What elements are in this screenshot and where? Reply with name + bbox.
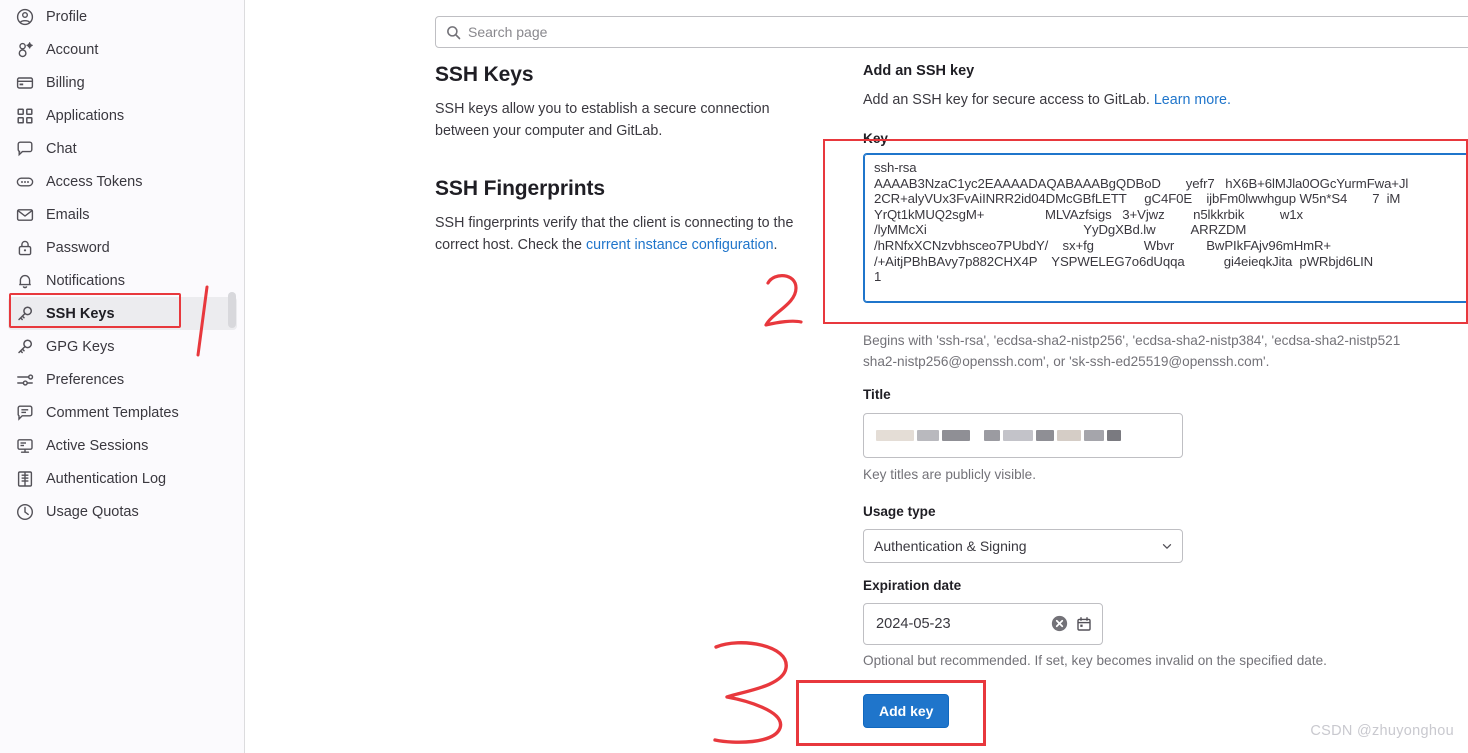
sidebar-item-label: Emails <box>46 206 90 223</box>
watermark-text: CSDN @zhuyonghou <box>1310 723 1454 739</box>
sidebar-item-password[interactable]: Password <box>8 231 237 264</box>
sidebar-item-ssh-keys[interactable]: SSH Keys <box>8 297 237 330</box>
app-root: Profile Account Billing Applications Chat Acc… <box>0 0 1468 753</box>
key-field-label: Key <box>863 131 888 146</box>
redaction-block <box>1057 430 1081 441</box>
expiration-date-value: 2024-05-23 <box>876 616 951 632</box>
sidebar-item-authentication-log[interactable]: Authentication Log <box>8 462 237 495</box>
learn-more-link[interactable]: Learn more. <box>1154 92 1231 108</box>
sidebar-item-applications[interactable]: Applications <box>8 99 237 132</box>
sidebar-item-label: Account <box>46 41 99 58</box>
grid-apps-icon <box>16 107 34 125</box>
envelope-icon <box>16 206 34 224</box>
title-field-label: Title <box>863 387 891 402</box>
log-list-icon <box>16 470 34 488</box>
redaction-block <box>1036 430 1054 441</box>
expiration-date-icons <box>1051 615 1092 636</box>
usage-type-select[interactable]: Authentication & SigningAuthenticationSi… <box>863 529 1183 563</box>
sidebar-item-comment-templates[interactable]: Comment Templates <box>8 396 237 429</box>
sidebar-item-active-sessions[interactable]: Active Sessions <box>8 429 237 462</box>
sidebar-item-emails[interactable]: Emails <box>8 198 237 231</box>
sidebar-nav-list: Profile Account Billing Applications Chat Acc… <box>0 0 245 528</box>
sidebar-item-label: Notifications <box>46 272 125 289</box>
sidebar-item-label: Active Sessions <box>46 437 149 454</box>
expiration-help-text: Optional but recommended. If set, key be… <box>863 653 1327 668</box>
calendar-icon[interactable] <box>1076 616 1092 636</box>
lock-icon <box>16 239 34 257</box>
sidebar-item-label: GPG Keys <box>46 338 115 355</box>
monitor-icon <box>16 437 34 455</box>
add-ssh-key-subtitle: Add an SSH key for secure access to GitL… <box>863 92 1231 108</box>
expiration-date-label: Expiration date <box>863 578 962 593</box>
add-ssh-key-title: Add an SSH key <box>863 63 975 79</box>
chat-bubble-icon <box>16 140 34 158</box>
ssh-keys-description: SSH keys allow you to establish a secure… <box>435 101 770 139</box>
redaction-block <box>1003 430 1033 441</box>
sidebar-item-notifications[interactable]: Notifications <box>8 264 237 297</box>
key-title-input[interactable] <box>863 413 1183 458</box>
main-content: Search page SSH Keys SSH keys allow you … <box>245 0 1468 753</box>
ssh-keys-heading: SSH Keys <box>435 63 534 86</box>
fingerprints-text-post: . <box>773 237 778 253</box>
ssh-fingerprints-heading: SSH Fingerprints <box>435 177 605 200</box>
sidebar-item-usage-quotas[interactable]: Usage Quotas <box>8 495 237 528</box>
search-icon <box>446 25 461 40</box>
sidebar-item-label: Access Tokens <box>46 173 143 190</box>
sidebar-item-label: Usage Quotas <box>46 503 139 520</box>
sidebar-item-label: Billing <box>46 74 85 91</box>
credit-card-icon <box>16 74 34 92</box>
expiration-date-input[interactable]: 2024-05-23 <box>863 603 1103 645</box>
sidebar-item-label: Chat <box>46 140 77 157</box>
sidebar-item-billing[interactable]: Billing <box>8 66 237 99</box>
sidebar-item-access-tokens[interactable]: Access Tokens <box>8 165 237 198</box>
sidebar-item-label: Profile <box>46 8 88 25</box>
ssh-key-textarea[interactable]: ssh-rsa AAAAB3NzaC1yc2EAAAADAQABAAABgQDB… <box>863 153 1468 303</box>
redaction-block <box>1107 430 1121 441</box>
sidebar-item-label: Comment Templates <box>46 404 179 421</box>
sidebar-item-gpg-keys[interactable]: GPG Keys <box>8 330 237 363</box>
sliders-icon <box>16 371 34 389</box>
sidebar-item-profile[interactable]: Profile <box>8 0 237 33</box>
ssh-key-value: ssh-rsa AAAAB3NzaC1yc2EAAAADAQABAAABgQDB… <box>874 160 1409 285</box>
account-icon <box>16 41 34 59</box>
user-circle-icon <box>16 8 34 26</box>
sidebar-item-label: Applications <box>46 107 125 124</box>
sidebar-scrollbar[interactable] <box>228 292 236 328</box>
key-format-help-text: Begins with 'ssh-rsa', 'ecdsa-sha2-nistp… <box>863 333 1401 369</box>
comment-icon <box>16 404 34 422</box>
sidebar-item-label: Preferences <box>46 371 125 388</box>
redaction-block <box>917 430 939 441</box>
key-icon <box>16 338 34 356</box>
sidebar-item-label: Password <box>46 239 110 256</box>
gauge-icon <box>16 503 34 521</box>
sidebar-item-account[interactable]: Account <box>8 33 237 66</box>
usage-type-label: Usage type <box>863 504 936 519</box>
settings-sidebar: Profile Account Billing Applications Chat Acc… <box>0 0 245 753</box>
current-instance-configuration-link[interactable]: current instance configuration <box>586 237 774 253</box>
sidebar-item-label: SSH Keys <box>46 305 115 322</box>
redaction-block <box>1084 430 1104 441</box>
bell-icon <box>16 272 34 290</box>
redaction-block <box>942 430 970 441</box>
redaction-block <box>984 430 1000 441</box>
key-title-help-text: Key titles are publicly visible. <box>863 467 1037 482</box>
redaction-block <box>876 430 914 441</box>
sidebar-item-preferences[interactable]: Preferences <box>8 363 237 396</box>
sidebar-item-label: Authentication Log <box>46 470 167 487</box>
subtitle-text: Add an SSH key for secure access to GitL… <box>863 92 1154 108</box>
key-icon <box>16 305 34 323</box>
search-placeholder-text: Search page <box>468 24 548 40</box>
add-key-button[interactable]: Add key <box>863 694 950 728</box>
clear-circle-icon[interactable] <box>1051 615 1068 636</box>
search-page-input[interactable]: Search page <box>435 16 1468 48</box>
token-icon <box>16 173 34 191</box>
ssh-fingerprints-description: SSH fingerprints verify that the client … <box>435 212 825 256</box>
sidebar-item-chat[interactable]: Chat <box>8 132 237 165</box>
